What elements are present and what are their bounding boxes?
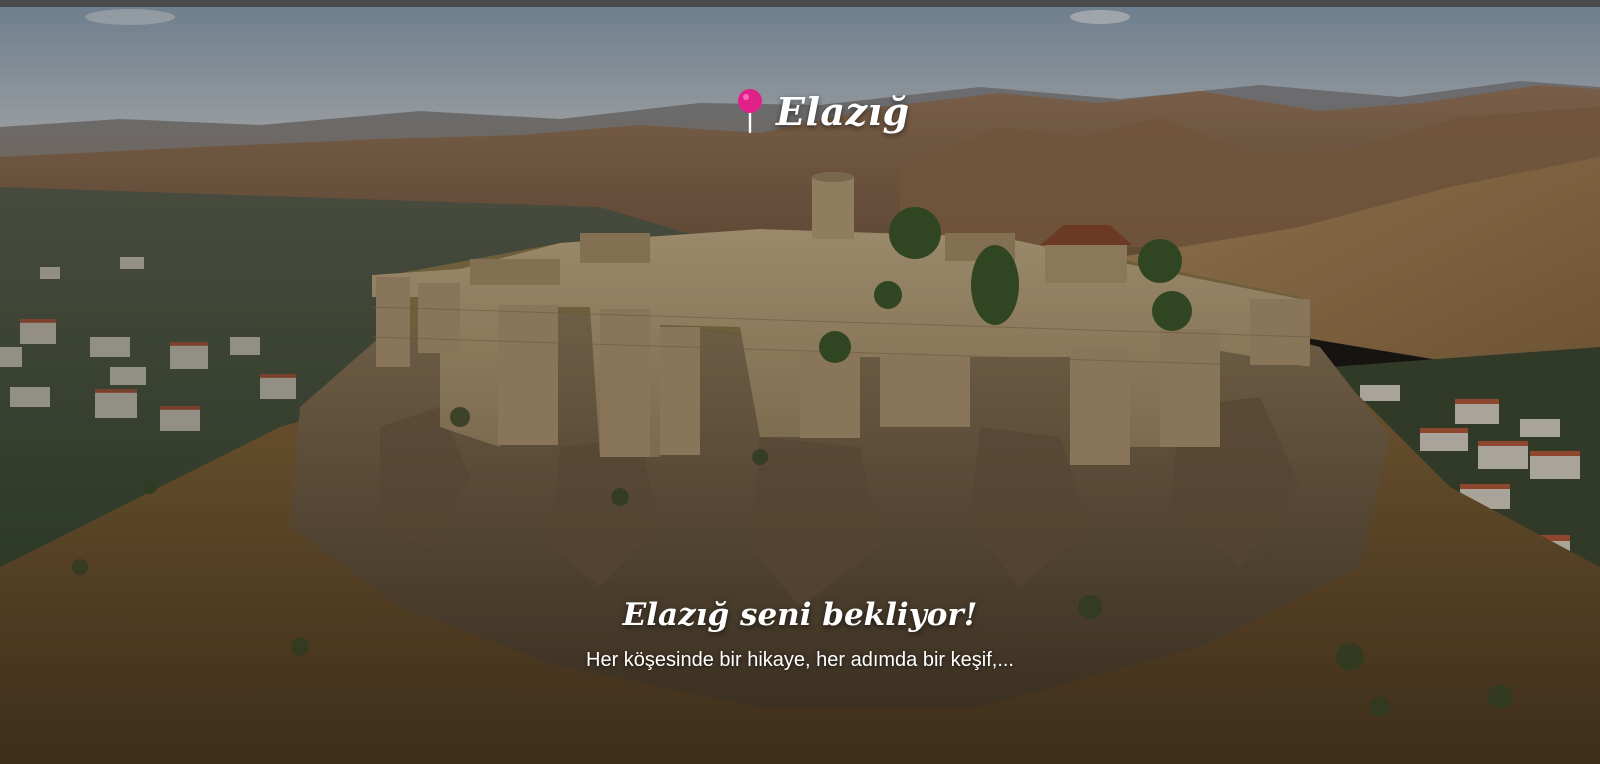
hero-tagline: Elazığ seni bekliyor! [622, 597, 978, 633]
brand-title: Elazığ [776, 88, 910, 134]
hero-section: Elazığ Elazığ seni bekliyor! Her köşesin… [0, 7, 1600, 764]
browser-top-strip [0, 0, 1600, 7]
map-pin-icon [738, 89, 762, 134]
hero-subtitle: Her köşesinde bir hikaye, her adımda bir… [586, 649, 1014, 671]
brand-logo[interactable]: Elazığ [736, 81, 910, 141]
hero-text-block: Elazığ seni bekliyor! Her köşesinde bir … [0, 597, 1600, 672]
